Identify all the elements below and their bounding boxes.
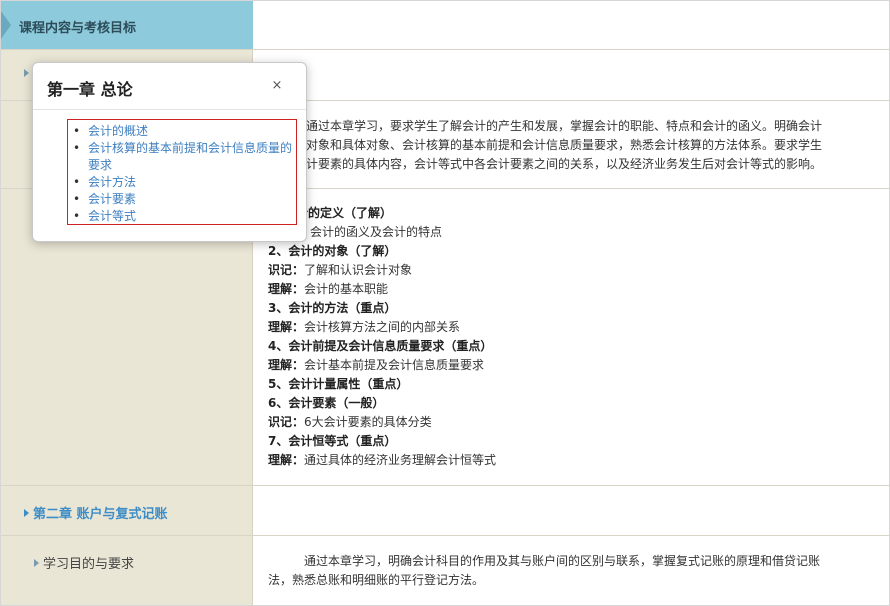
section-header: 课程内容与考核目标 <box>1 1 253 49</box>
chevron-right-icon <box>24 509 29 517</box>
objective-label: 学习目的与要求 <box>43 557 135 572</box>
outline-line: 识记：了解和认识会计对象 <box>268 263 413 277</box>
popup-list-box: 会计的概述 会计核算的基本前提和会计信息质量的要求 会计方法 会计要素 会计等式 <box>67 119 297 225</box>
objective-line: 法，熟悉总账和明细账的平行登记方法。 <box>268 573 485 587</box>
outline-line: 理解：会计基本前提及会计信息质量要求 <box>268 358 485 372</box>
popup-list: 会计的概述 会计核算的基本前提和会计信息质量的要求 会计方法 会计要素 会计等式 <box>73 123 296 225</box>
outline-line: 识记：6大会计要素的具体分类 <box>268 415 432 429</box>
outline-line: 4、会计前提及会计信息质量要求（重点） <box>268 339 493 353</box>
outline-line: 6、会计要素（一般） <box>268 396 385 410</box>
objective-line: 通过本章学习，要求学生了解会计的产生和发展，掌握会计的职能、特点和会计的函义。明… <box>306 119 823 133</box>
outline-line: 理解：会计的基本职能 <box>268 282 389 296</box>
close-icon[interactable]: × <box>269 77 285 95</box>
chevron-right-icon <box>24 69 29 77</box>
list-item[interactable]: 会计的概述 <box>73 123 296 140</box>
chapter1-outline: 计的定义（了解） 会计的函义及会计的特点 2、会计的对象（了解） 识记：了解和认… <box>268 204 496 470</box>
popup-link[interactable]: 会计等式 <box>88 209 136 223</box>
chapter2-label: 第二章 账户与复式记账 <box>33 507 168 522</box>
chapter-popup: 第一章 总论 × 会计的概述 会计核算的基本前提和会计信息质量的要求 会计方法 … <box>32 62 307 242</box>
objective-line: 通过本章学习，明确会计科目的作用及其与账户间的区别与联系，掌握复式记账的原理和借… <box>304 554 821 568</box>
header-arrow-icon <box>1 11 11 39</box>
outline-line: 理解：通过具体的经济业务理解会计恒等式 <box>268 453 497 467</box>
popup-header: 第一章 总论 × <box>33 63 306 110</box>
outline-line: 3、会计的方法（重点） <box>268 301 397 315</box>
outline-line: 2、会计的对象（了解） <box>268 244 397 258</box>
objective-line: 对象和具体对象、会计核算的基本前提和会计信息质量要求，熟悉会计核算的方法体系。要… <box>306 138 823 152</box>
outline-line: 7、会计恒等式（重点） <box>268 434 397 448</box>
section-title: 课程内容与考核目标 <box>19 21 137 36</box>
list-item[interactable]: 会计核算的基本前提和会计信息质量的要求 <box>73 140 296 174</box>
popup-link[interactable]: 会计要素 <box>88 192 136 206</box>
outline-line: 5、会计计量属性（重点） <box>268 377 409 391</box>
popup-link[interactable]: 会计核算的基本前提和会计信息质量的要求 <box>88 141 292 172</box>
list-item[interactable]: 会计等式 <box>73 208 296 225</box>
chapter2-objective-item[interactable]: 学习目的与要求 <box>34 553 134 572</box>
popup-title: 第一章 总论 <box>47 80 133 99</box>
popup-link[interactable]: 会计方法 <box>88 175 136 189</box>
popup-link[interactable]: 会计的概述 <box>88 124 148 138</box>
list-item[interactable]: 会计方法 <box>73 174 296 191</box>
objective-line: 计要素的具体内容，会计等式中各会计要素之间的关系，以及经济业务发生后对会计等式的… <box>306 157 823 171</box>
chapter1-objective: 通过本章学习，要求学生了解会计的产生和发展，掌握会计的职能、特点和会计的函义。明… <box>306 117 876 174</box>
chapter2-objective: 通过本章学习，明确会计科目的作用及其与账户间的区别与联系，掌握复式记账的原理和借… <box>268 552 868 590</box>
row-divider <box>1 535 889 536</box>
row-divider <box>1 49 889 50</box>
row-divider <box>1 485 889 486</box>
list-item[interactable]: 会计要素 <box>73 191 296 208</box>
outline-line: 理解：会计核算方法之间的内部关系 <box>268 320 461 334</box>
chapter2-link[interactable]: 第二章 账户与复式记账 <box>24 503 168 522</box>
chevron-right-icon <box>34 559 39 567</box>
